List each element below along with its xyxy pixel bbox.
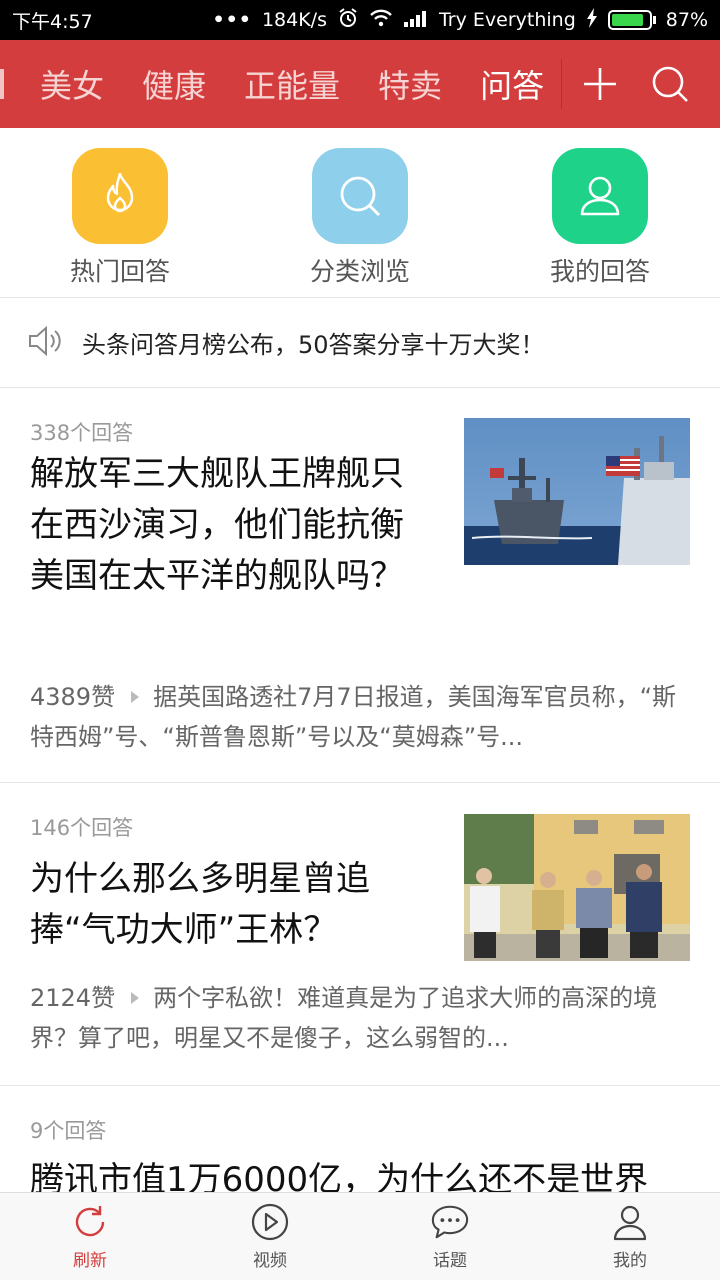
fire-icon	[72, 148, 168, 244]
channel-bar: 美女 健康 正能量 特卖 问答	[0, 40, 720, 128]
tab-video[interactable]: 视频	[180, 1193, 360, 1280]
channel-tab[interactable]: 特卖	[378, 61, 442, 107]
question-card[interactable]: 338个回答 解放军三大舰队王牌舰只在西沙演习，他们能抗衡美国在太平洋的舰队吗？…	[0, 389, 720, 783]
add-channel-icon[interactable]	[580, 64, 620, 104]
answer-excerpt: 4389赞 据英国路透社7月7日报道，美国海军官员称，“斯特西姆”号、“斯普鲁恩斯…	[30, 677, 680, 757]
status-time: 下午4:57	[12, 10, 93, 33]
answer-count: 146个回答	[30, 816, 134, 840]
channel-tab[interactable]: 问答	[480, 61, 544, 107]
excerpt-text: 据英国路透社7月7日报道，美国海军官员称，“斯特西姆”号、“斯普鲁恩斯”号以及“…	[30, 683, 677, 751]
search-icon[interactable]	[650, 64, 690, 104]
category-label: 热门回答	[69, 257, 170, 286]
refresh-icon	[70, 1202, 110, 1242]
question-thumbnail	[464, 418, 690, 565]
notice-text: 头条问答月榜公布，50答案分享十万大奖！	[82, 331, 545, 359]
channel-tab[interactable]: 美女	[40, 61, 104, 107]
question-thumbnail	[464, 814, 690, 961]
search-icon	[312, 148, 408, 244]
user-icon	[552, 148, 648, 244]
excerpt-text: 两个字私欲！难道真是为了追求大师的高深的境界？算了吧，明星又不是傻子，这么弱智的…	[30, 984, 658, 1052]
tab-mine[interactable]: 我的	[540, 1193, 720, 1280]
triangle-icon	[131, 690, 140, 703]
speaker-icon	[28, 325, 64, 360]
status-bar: 下午4:57 ••• 184K/s Try Everything 87%	[0, 0, 720, 40]
bottom-tab-bar: 刷新 视频 话题 我的	[0, 1192, 720, 1280]
battery-icon	[607, 10, 656, 30]
question-title: 为什么那么多明星曾追捧“气功大师”王林？	[30, 859, 370, 950]
answer-count: 338个回答	[30, 421, 134, 445]
charging-icon	[586, 7, 598, 33]
category-my-answers[interactable]: 我的回答	[480, 128, 720, 297]
category-label: 我的回答	[549, 257, 650, 286]
channel-list: 美女 健康 正能量 特卖 问答	[4, 61, 561, 107]
tab-label: 话题	[433, 1251, 467, 1271]
alarm-icon	[337, 7, 359, 34]
channel-tab[interactable]: 正能量	[244, 61, 340, 107]
answer-excerpt: 2124赞 两个字私欲！难道真是为了追求大师的高深的境界？算了吧，明星又不是傻子，…	[30, 978, 680, 1058]
notice-banner[interactable]: 头条问答月榜公布，50答案分享十万大奖！	[0, 298, 720, 388]
category-label: 分类浏览	[309, 257, 410, 286]
tab-label: 刷新	[73, 1251, 107, 1271]
wifi-icon	[369, 8, 393, 33]
user-icon	[610, 1202, 650, 1242]
question-title: 解放军三大舰队王牌舰只在西沙演习，他们能抗衡美国在太平洋的舰队吗？	[30, 454, 404, 596]
channel-scroll-edge	[0, 69, 4, 99]
tab-topics[interactable]: 话题	[360, 1193, 540, 1280]
tab-refresh[interactable]: 刷新	[0, 1193, 180, 1280]
like-count: 2124赞	[30, 984, 116, 1012]
network-speed: 184K/s	[261, 9, 327, 31]
question-title: 腾讯市值1万6000亿，为什么还不是世界	[30, 1160, 649, 1192]
category-hot-answers[interactable]: 热门回答	[0, 128, 240, 297]
tab-label: 我的	[613, 1251, 647, 1271]
question-card[interactable]: 9个回答 腾讯市值1万6000亿，为什么还不是世界	[0, 1087, 720, 1192]
carrier-label: Try Everything	[438, 9, 576, 31]
chat-icon	[430, 1202, 470, 1242]
battery-percent: 87%	[665, 9, 708, 31]
like-count: 4389赞	[30, 683, 116, 711]
tab-label: 视频	[253, 1251, 287, 1271]
question-card[interactable]: 146个回答 为什么那么多明星曾追捧“气功大师”王林？ 2124赞 两个字私欲！难…	[0, 784, 720, 1086]
channel-tab[interactable]: 健康	[142, 61, 206, 107]
category-browse[interactable]: 分类浏览	[240, 128, 480, 297]
signal-icon	[403, 9, 429, 32]
qa-categories: 热门回答 分类浏览 我的回答	[0, 128, 720, 298]
play-icon	[250, 1202, 290, 1242]
status-dots: •••	[212, 9, 252, 31]
triangle-icon	[131, 991, 140, 1004]
answer-count: 9个回答	[30, 1119, 107, 1143]
